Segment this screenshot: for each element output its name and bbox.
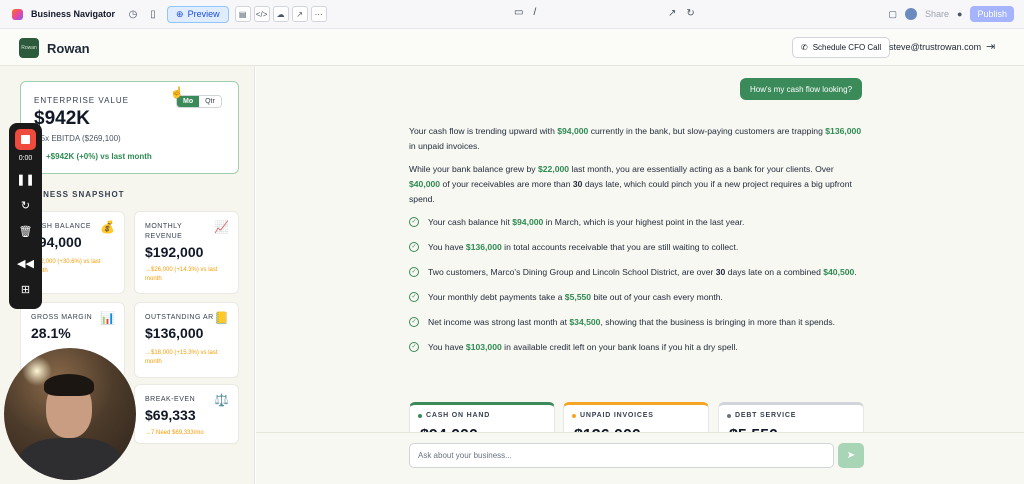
metric-value: $69,333	[145, 407, 196, 423]
list-item: ✓ Two customers, Marco's Dining Group and…	[409, 265, 864, 280]
assistant-answer: Your cash flow is trending upward with $…	[409, 124, 864, 365]
enterprise-value-label: ENTERPRISE VALUE	[34, 96, 129, 105]
send-icon: ➤	[846, 450, 856, 461]
phone-icon: ✆	[801, 43, 808, 52]
user-email: steve@trustrowan.com	[889, 42, 982, 52]
check-circle-icon: ✓	[409, 292, 419, 302]
list-item: ✓ Net income was strong last month at $34…	[409, 315, 864, 330]
grid-icon[interactable]: ⊞	[9, 283, 42, 296]
status-dot	[572, 414, 576, 418]
globe-icon: ⊕	[176, 8, 184, 19]
list-item: ✓ Your cash balance hit $94,000 in March,…	[409, 215, 864, 230]
file-icon[interactable]: ▤	[234, 6, 251, 22]
enterprise-value: $942K	[34, 108, 90, 129]
refresh-icon[interactable]: ↻	[686, 8, 694, 19]
list-item: ✓ You have $103,000 in available credit l…	[409, 340, 864, 355]
share-button[interactable]: Share	[925, 9, 949, 19]
mouse-cursor-icon: ☝	[170, 87, 184, 99]
user-avatar[interactable]	[905, 8, 917, 20]
history-icon[interactable]: ◷	[125, 6, 141, 22]
brand-name: Rowan	[47, 41, 90, 56]
answer-paragraph: Your cash flow is trending upward with $…	[409, 126, 862, 151]
bar-chart-icon: 📊	[100, 311, 115, 325]
check-circle-icon: ✓	[409, 242, 419, 252]
publish-button[interactable]: Publish	[970, 6, 1014, 22]
chart-up-icon: 📈	[214, 220, 229, 234]
ledger-icon: 📒	[214, 311, 229, 325]
metric-card-outstanding-ar[interactable]: OUTSTANDING AR 📒 $136,000 →$18,000 (+15.…	[134, 302, 239, 378]
screen-recorder-toolbar: 0:00 ❚❚ ↻ 🗑 ◀◀ ⊞	[9, 123, 42, 309]
ebitda-multiple: 3.5x EBITDA ($269,100)	[34, 134, 121, 143]
metric-card-monthly-revenue[interactable]: MONTHLY REVENUE 📈 $192,000 →$26,000 (+14…	[134, 211, 239, 294]
pause-icon[interactable]: ❚❚	[9, 173, 42, 186]
money-bag-icon: 💰	[100, 220, 115, 234]
metric-value: $192,000	[145, 244, 204, 260]
list-item: ✓ Your monthly debt payments take a $5,55…	[409, 290, 864, 305]
webcam-person-hair	[44, 374, 94, 396]
app-header: Rowan Rowan ✆ Schedule CFO Call steve@tr…	[0, 29, 1024, 66]
check-circle-icon: ✓	[409, 342, 419, 352]
builder-toolbar: Business Navigator ◷ ▯ ⊕ Preview ▤ </> ☁…	[0, 0, 1024, 29]
stop-recording-button[interactable]	[15, 129, 36, 150]
enterprise-value-delta: +$942K (+0%) vs last month	[46, 152, 152, 161]
webcam-person-body	[18, 438, 122, 480]
metric-value: 28.1%	[31, 325, 71, 341]
restart-icon[interactable]: ↻	[9, 199, 42, 212]
code-icon[interactable]: </>	[253, 6, 270, 22]
url-path: /	[533, 7, 537, 18]
metric-note: →7 Need $69,333/mo	[145, 430, 204, 436]
url-bar[interactable]: ▭ /	[514, 7, 536, 18]
scale-icon: ⚖️	[214, 393, 229, 407]
metric-note: →$18,000 (+15.3%) vs last month	[145, 350, 218, 365]
check-circle-icon: ✓	[409, 267, 419, 277]
cloud-icon[interactable]: ☁	[272, 6, 289, 22]
chat-panel: How's my cash flow looking? Your cash fl…	[256, 66, 1024, 484]
chat-input[interactable]	[409, 443, 834, 468]
status-dot	[727, 414, 731, 418]
status-dot	[418, 414, 422, 418]
metric-value: $136,000	[145, 325, 204, 341]
toggle-quarterly[interactable]: Qtr	[199, 96, 221, 107]
metric-note: ↑$22,000 (+30.6%) vs last month	[31, 259, 101, 274]
chat-icon[interactable]: ▢	[888, 9, 897, 20]
sidebar-toggle-icon[interactable]: ▯	[145, 6, 161, 22]
app-title: Business Navigator	[31, 9, 116, 19]
metric-card-break-even[interactable]: BREAK-EVEN ⚖️ $69,333 →7 Need $69,333/mo	[134, 384, 239, 444]
list-item: ✓ You have $136,000 in total accounts rec…	[409, 240, 864, 255]
github-icon[interactable]: ●	[957, 9, 962, 19]
brand-logo: Rowan	[19, 38, 39, 58]
more-icon[interactable]: ⋯	[310, 6, 327, 22]
builder-logo-icon	[12, 8, 23, 20]
preview-button[interactable]: ⊕ Preview	[167, 5, 229, 23]
rewind-icon[interactable]: ◀◀	[9, 257, 42, 270]
check-circle-icon: ✓	[409, 217, 419, 227]
schedule-cfo-call-button[interactable]: ✆ Schedule CFO Call	[792, 37, 891, 58]
send-button[interactable]: ➤	[838, 443, 864, 468]
metric-note: →$26,000 (+14.3%) vs last month	[145, 267, 218, 282]
user-message-bubble: How's my cash flow looking?	[740, 78, 863, 100]
analytics-icon[interactable]: ↗	[291, 6, 308, 22]
logout-icon[interactable]: ⇥	[986, 40, 995, 53]
trash-icon[interactable]: 🗑	[9, 225, 42, 238]
answer-paragraph: While your bank balance grew by $22,000 …	[409, 164, 852, 204]
check-circle-icon: ✓	[409, 317, 419, 327]
enterprise-value-card: ENTERPRISE VALUE Mo Qtr $942K 3.5x EBITD…	[20, 81, 239, 174]
open-external-icon[interactable]: ↗	[668, 8, 676, 19]
webcam-bubble[interactable]	[4, 348, 136, 480]
answer-bullet-list: ✓ Your cash balance hit $94,000 in March,…	[409, 215, 864, 355]
device-icon[interactable]: ▭	[514, 7, 523, 18]
recording-timer: 0:00	[18, 155, 33, 162]
